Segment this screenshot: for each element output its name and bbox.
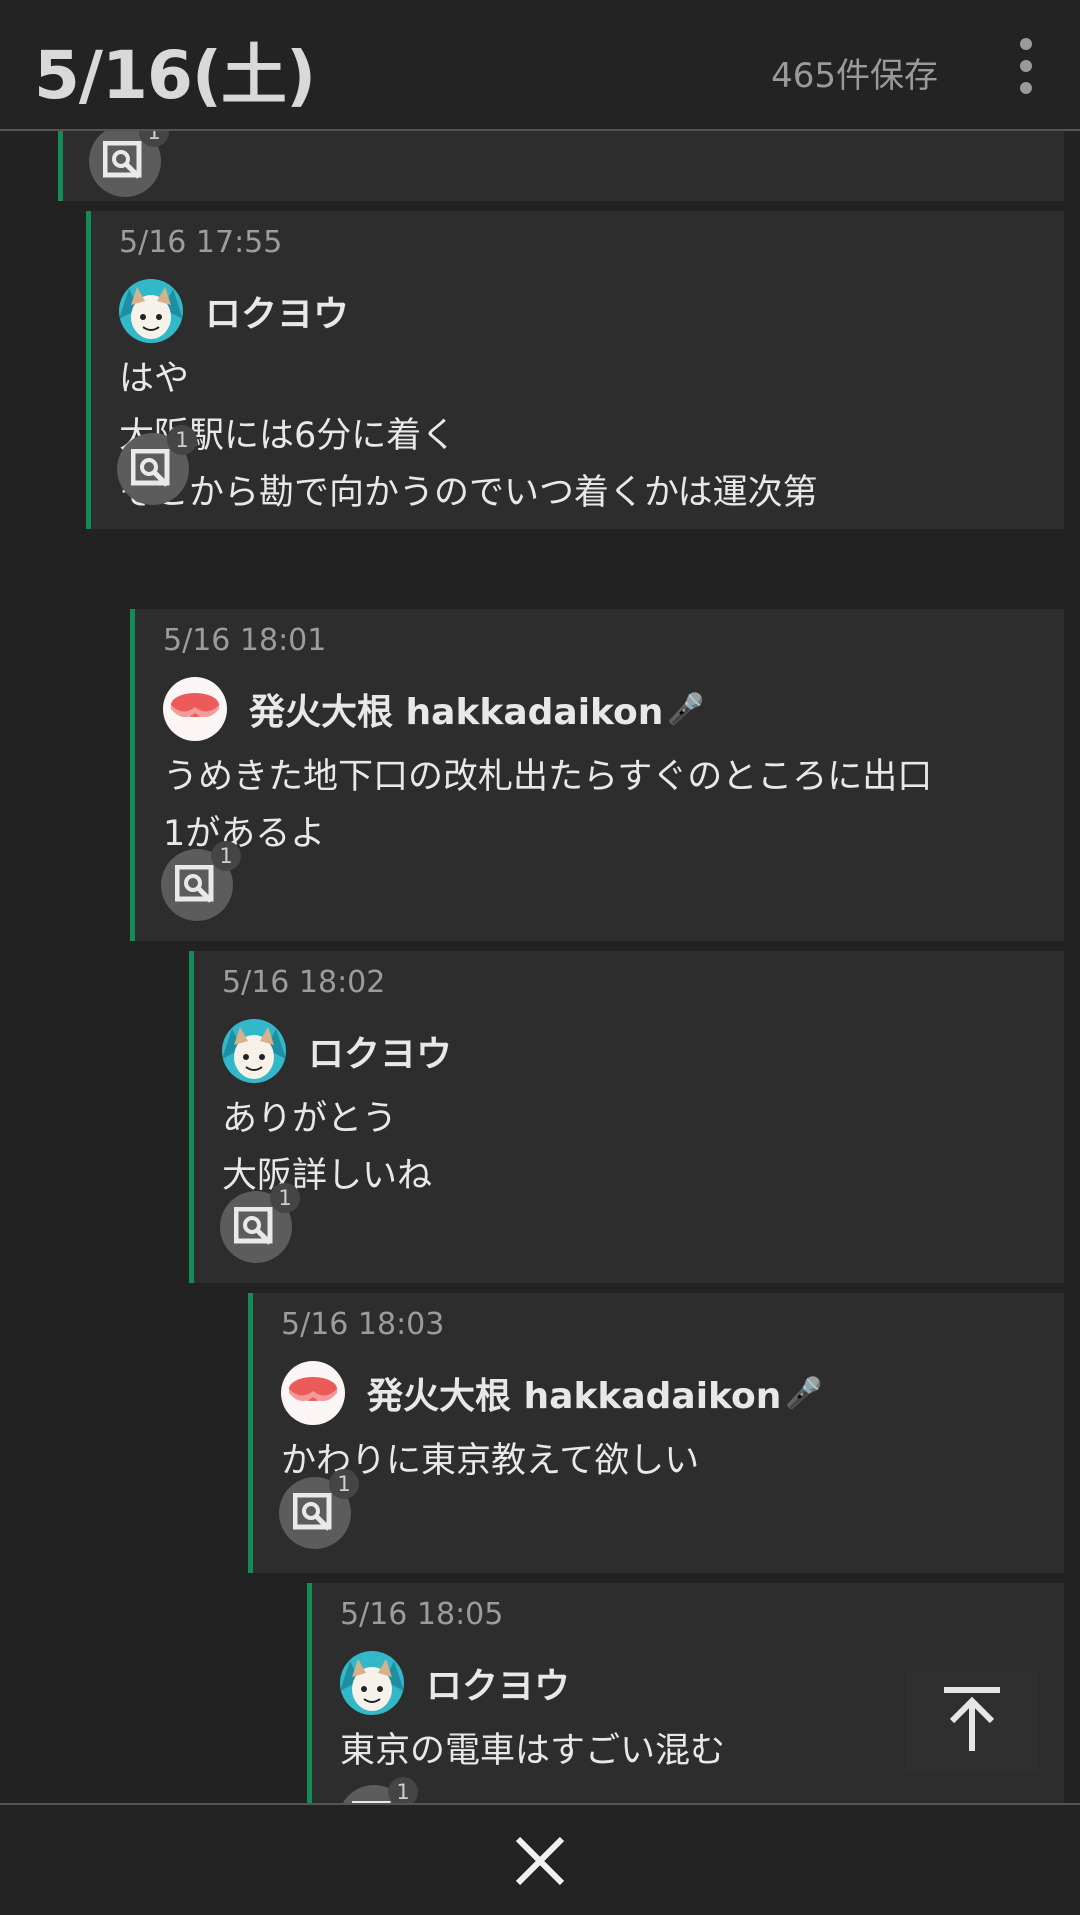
reply-count: 1 [388, 1777, 418, 1803]
avatar[interactable] [340, 1651, 404, 1715]
reply-count: 1 [270, 1183, 300, 1213]
post-line: 大阪駅には6分に着く [119, 416, 457, 456]
post-2: 5/16 18:01 発火大根 hakkadaikon 🎤 うめきた地下口の改札出… [130, 609, 1064, 941]
author-name: ロクヨウ [205, 294, 350, 335]
post-body: はや 大阪駅には6分に着く そこから勘で向かうのでいつ着くかは運次第 [119, 351, 818, 522]
post-time: 5/16 18:01 [163, 623, 327, 658]
post-author: 発火大根 hakkadaikon 🎤 [281, 1361, 823, 1425]
close-icon [515, 1836, 565, 1886]
image-search-icon[interactable]: 1 [279, 1469, 359, 1549]
post-body: ありがとう 大阪詳しいね [222, 1091, 432, 1205]
post-time: 5/16 18:03 [281, 1307, 445, 1342]
post-4: 5/16 18:03 発火大根 hakkadaikon 🎤 かわりに東京教えて欲し… [248, 1293, 1064, 1573]
header: 5/16(土) 465件保存 [0, 0, 1080, 131]
image-search-icon[interactable]: 1 [89, 131, 169, 197]
post-0: 1 [58, 131, 1064, 201]
post-line: そこから勘で向かうのでいつ着くかは運次第 [119, 473, 818, 513]
page-title: 5/16(土) [34, 37, 316, 114]
scroll-to-top-button[interactable] [906, 1665, 1038, 1771]
reply-count: 1 [167, 425, 197, 455]
microphone-icon: 🎤 [785, 1375, 823, 1411]
author-name: 発火大根 hakkadaikon [367, 1376, 782, 1417]
image-search-icon[interactable]: 1 [161, 841, 241, 921]
post-3: 5/16 18:02 ロクヨウ ありがとう 大阪詳しいね 1 [189, 951, 1064, 1283]
author-name: ロクヨウ [308, 1034, 453, 1075]
post-author: ロクヨウ [340, 1651, 570, 1715]
post-body: うめきた地下口の改札出たらすぐのところに出口 1があるよ [163, 749, 932, 863]
more-vert-icon[interactable] [1012, 38, 1040, 94]
post-author: ロクヨウ [222, 1019, 452, 1083]
author-name: 発火大根 hakkadaikon [249, 692, 664, 733]
bottom-bar [0, 1803, 1080, 1915]
arrow-upward-icon [944, 1687, 1000, 1751]
post-line: ありがとう [222, 1099, 398, 1139]
image-search-icon[interactable]: 1 [338, 1777, 418, 1803]
post-time: 5/16 18:05 [340, 1597, 504, 1632]
reply-count: 1 [211, 841, 241, 871]
author-name: ロクヨウ [426, 1666, 571, 1707]
post-line: 1があるよ [163, 814, 326, 854]
avatar[interactable] [281, 1361, 345, 1425]
avatar[interactable] [163, 677, 227, 741]
reply-count: 1 [329, 1469, 359, 1499]
avatar[interactable] [119, 279, 183, 343]
post-1: 5/16 17:55 ロクヨウ はや 大阪駅には6分に着く そこから勘で向かうの… [86, 211, 1064, 529]
app: 5/16(土) 465件保存 1 5/16 17:55 ロクヨウ はや 大阪駅に… [0, 0, 1080, 1915]
post-body: 東京の電車はすごい混む [340, 1723, 725, 1780]
thread-list[interactable]: 1 5/16 17:55 ロクヨウ はや 大阪駅には6分に着く そこから勘で向か… [0, 131, 1080, 1803]
image-search-icon[interactable]: 1 [220, 1183, 300, 1263]
post-time: 5/16 17:55 [119, 225, 283, 260]
image-search-icon[interactable]: 1 [117, 425, 197, 505]
post-line: うめきた地下口の改札出たらすぐのところに出口 [163, 757, 933, 797]
post-time: 5/16 18:02 [222, 965, 386, 1000]
avatar[interactable] [222, 1019, 286, 1083]
post-line: 東京の電車はすごい混む [340, 1731, 726, 1771]
microphone-icon: 🎤 [667, 691, 705, 727]
post-line: はや [119, 359, 190, 399]
close-button[interactable] [510, 1831, 570, 1891]
post-author: 発火大根 hakkadaikon 🎤 [163, 677, 705, 741]
saved-count: 465件保存 [771, 56, 938, 96]
post-author: ロクヨウ [119, 279, 349, 343]
